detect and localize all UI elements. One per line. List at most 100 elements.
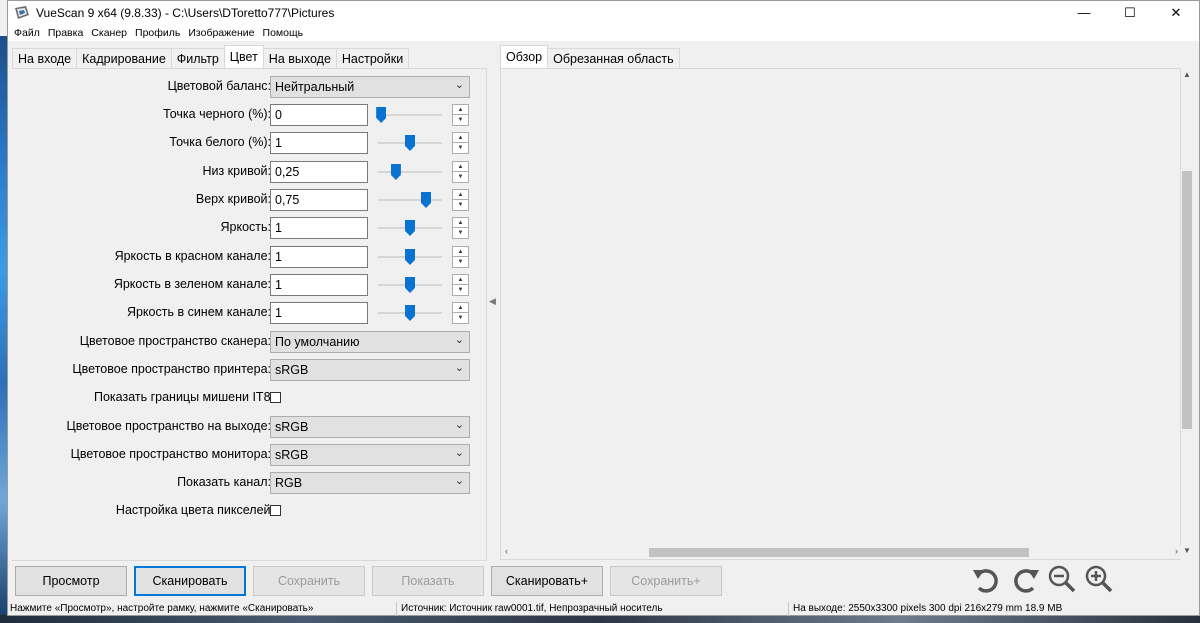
scan-button[interactable]: Сканировать (134, 566, 246, 596)
printer-space-select[interactable]: sRGB ⌄ (270, 359, 470, 381)
slider-track (378, 199, 442, 201)
menu-profile[interactable]: Профиль (132, 27, 185, 39)
preview-area[interactable]: ‹ › (500, 68, 1182, 560)
green-brightness-slider[interactable] (378, 277, 442, 293)
slider-thumb[interactable] (405, 249, 415, 265)
tab-input[interactable]: На входе (12, 48, 78, 68)
black-point-spinner[interactable]: ▲ ▼ (452, 104, 469, 126)
menu-bar: Файл Правка Сканер Профиль Изображение П… (8, 24, 1199, 41)
curve-low-input[interactable]: 0,25 (270, 161, 368, 183)
white-point-spinner[interactable]: ▲ ▼ (452, 132, 469, 154)
slider-thumb[interactable] (405, 220, 415, 236)
vertical-scroll-thumb[interactable] (1182, 171, 1192, 429)
color-balance-select[interactable]: Нейтральный ⌄ (270, 76, 470, 98)
pixel-color-checkbox[interactable] (270, 505, 281, 516)
slider-thumb[interactable] (376, 107, 387, 123)
show-channel-select[interactable]: RGB ⌄ (270, 472, 470, 494)
title-bar[interactable]: VueScan 9 x64 (9.8.33) - C:\Users\DToret… (8, 1, 1199, 24)
menu-file[interactable]: Файл (11, 27, 45, 39)
curve-low-spinner[interactable]: ▲ ▼ (452, 161, 469, 183)
spin-up-icon[interactable]: ▲ (453, 105, 468, 115)
spin-up-icon[interactable]: ▲ (453, 190, 468, 200)
menu-help[interactable]: Помощь (260, 27, 309, 39)
spin-down-icon[interactable]: ▼ (453, 228, 468, 238)
spin-up-icon[interactable]: ▲ (453, 247, 468, 257)
horizontal-scrollbar[interactable]: ‹ › (501, 546, 1182, 559)
rotate-right-icon[interactable] (1010, 564, 1042, 596)
slider-thumb[interactable] (421, 192, 431, 208)
black-point-slider[interactable] (376, 107, 442, 123)
spin-down-icon[interactable]: ▼ (453, 172, 468, 182)
red-brightness-spinner[interactable]: ▲ ▼ (452, 246, 469, 268)
slider-thumb[interactable] (405, 135, 415, 151)
color-settings-panel: Цветовой баланс: Нейтральный ⌄ Точка чер… (12, 68, 487, 561)
vertical-scrollbar[interactable]: ▲ ▼ (1181, 46, 1193, 560)
horizontal-scroll-thumb[interactable] (649, 548, 1029, 557)
scan-plus-button[interactable]: Сканировать+ (491, 566, 603, 596)
tab-output[interactable]: На выходе (262, 48, 337, 68)
close-button[interactable]: ✕ (1153, 1, 1199, 24)
tab-settings[interactable]: Настройки (335, 48, 410, 68)
spin-down-icon[interactable]: ▼ (453, 115, 468, 125)
slider-thumb[interactable] (405, 305, 415, 321)
white-point-slider[interactable] (378, 135, 442, 151)
spin-down-icon[interactable]: ▼ (453, 200, 468, 210)
curve-low-slider[interactable] (378, 164, 442, 180)
spin-down-icon[interactable]: ▼ (453, 257, 468, 267)
collapse-panel-icon[interactable]: ◀ (489, 296, 496, 307)
tab-cropped-area[interactable]: Обрезанная область (547, 48, 680, 68)
green-brightness-input[interactable]: 1 (270, 274, 368, 296)
rotate-left-icon[interactable] (970, 564, 1002, 596)
curve-high-input[interactable]: 0,75 (270, 189, 368, 211)
spin-up-icon[interactable]: ▲ (453, 162, 468, 172)
minimize-button[interactable]: — (1061, 1, 1107, 24)
scroll-right-icon[interactable]: › (1175, 546, 1178, 556)
slider-thumb[interactable] (390, 164, 401, 180)
monitor-space-select[interactable]: sRGB ⌄ (270, 444, 470, 466)
spin-up-icon[interactable]: ▲ (453, 218, 468, 228)
tab-preview[interactable]: Обзор (500, 45, 549, 68)
blue-brightness-input[interactable]: 1 (270, 302, 368, 324)
spin-down-icon[interactable]: ▼ (453, 313, 468, 323)
brightness-input[interactable]: 1 (270, 217, 368, 239)
vuescan-app-icon (15, 5, 29, 19)
show-button[interactable]: Показать (372, 566, 484, 596)
scroll-up-icon[interactable]: ▲ (1183, 70, 1191, 79)
red-brightness-slider[interactable] (378, 249, 442, 265)
curve-high-spinner[interactable]: ▲ ▼ (452, 189, 469, 211)
scroll-down-icon[interactable]: ▼ (1183, 546, 1191, 555)
white-point-input[interactable]: 1 (270, 132, 368, 154)
status-bar: Нажмите «Просмотр», настройте рамку, наж… (8, 601, 1199, 617)
output-space-select[interactable]: sRGB ⌄ (270, 416, 470, 438)
zoom-in-icon[interactable] (1083, 564, 1115, 596)
it8-checkbox[interactable] (270, 392, 281, 403)
maximize-button[interactable]: ☐ (1107, 1, 1153, 24)
slider-thumb[interactable] (405, 277, 415, 293)
menu-scanner[interactable]: Сканер (88, 27, 132, 39)
blue-brightness-spinner[interactable]: ▲ ▼ (452, 302, 469, 324)
tab-filter[interactable]: Фильтр (170, 48, 225, 68)
zoom-out-icon[interactable] (1046, 564, 1078, 596)
spin-down-icon[interactable]: ▼ (453, 143, 468, 153)
red-brightness-input[interactable]: 1 (270, 246, 368, 268)
preview-button[interactable]: Просмотр (15, 566, 127, 596)
green-brightness-spinner[interactable]: ▲ ▼ (452, 274, 469, 296)
scanner-space-select[interactable]: По умолчанию ⌄ (270, 331, 470, 353)
save-plus-button[interactable]: Сохранить+ (610, 566, 722, 596)
menu-edit[interactable]: Правка (45, 27, 88, 39)
tab-crop[interactable]: Кадрирование (76, 48, 172, 68)
menu-image[interactable]: Изображение (185, 27, 259, 39)
status-hint: Нажмите «Просмотр», настройте рамку, наж… (10, 603, 314, 614)
brightness-spinner[interactable]: ▲ ▼ (452, 217, 469, 239)
spin-up-icon[interactable]: ▲ (453, 133, 468, 143)
save-button[interactable]: Сохранить (253, 566, 365, 596)
tab-color[interactable]: Цвет (223, 45, 264, 68)
black-point-input[interactable]: 0 (270, 104, 368, 126)
spin-up-icon[interactable]: ▲ (453, 275, 468, 285)
curve-high-slider[interactable] (378, 192, 442, 208)
scroll-left-icon[interactable]: ‹ (505, 546, 508, 556)
blue-brightness-slider[interactable] (378, 305, 442, 321)
brightness-slider[interactable] (378, 220, 442, 236)
spin-down-icon[interactable]: ▼ (453, 285, 468, 295)
spin-up-icon[interactable]: ▲ (453, 303, 468, 313)
